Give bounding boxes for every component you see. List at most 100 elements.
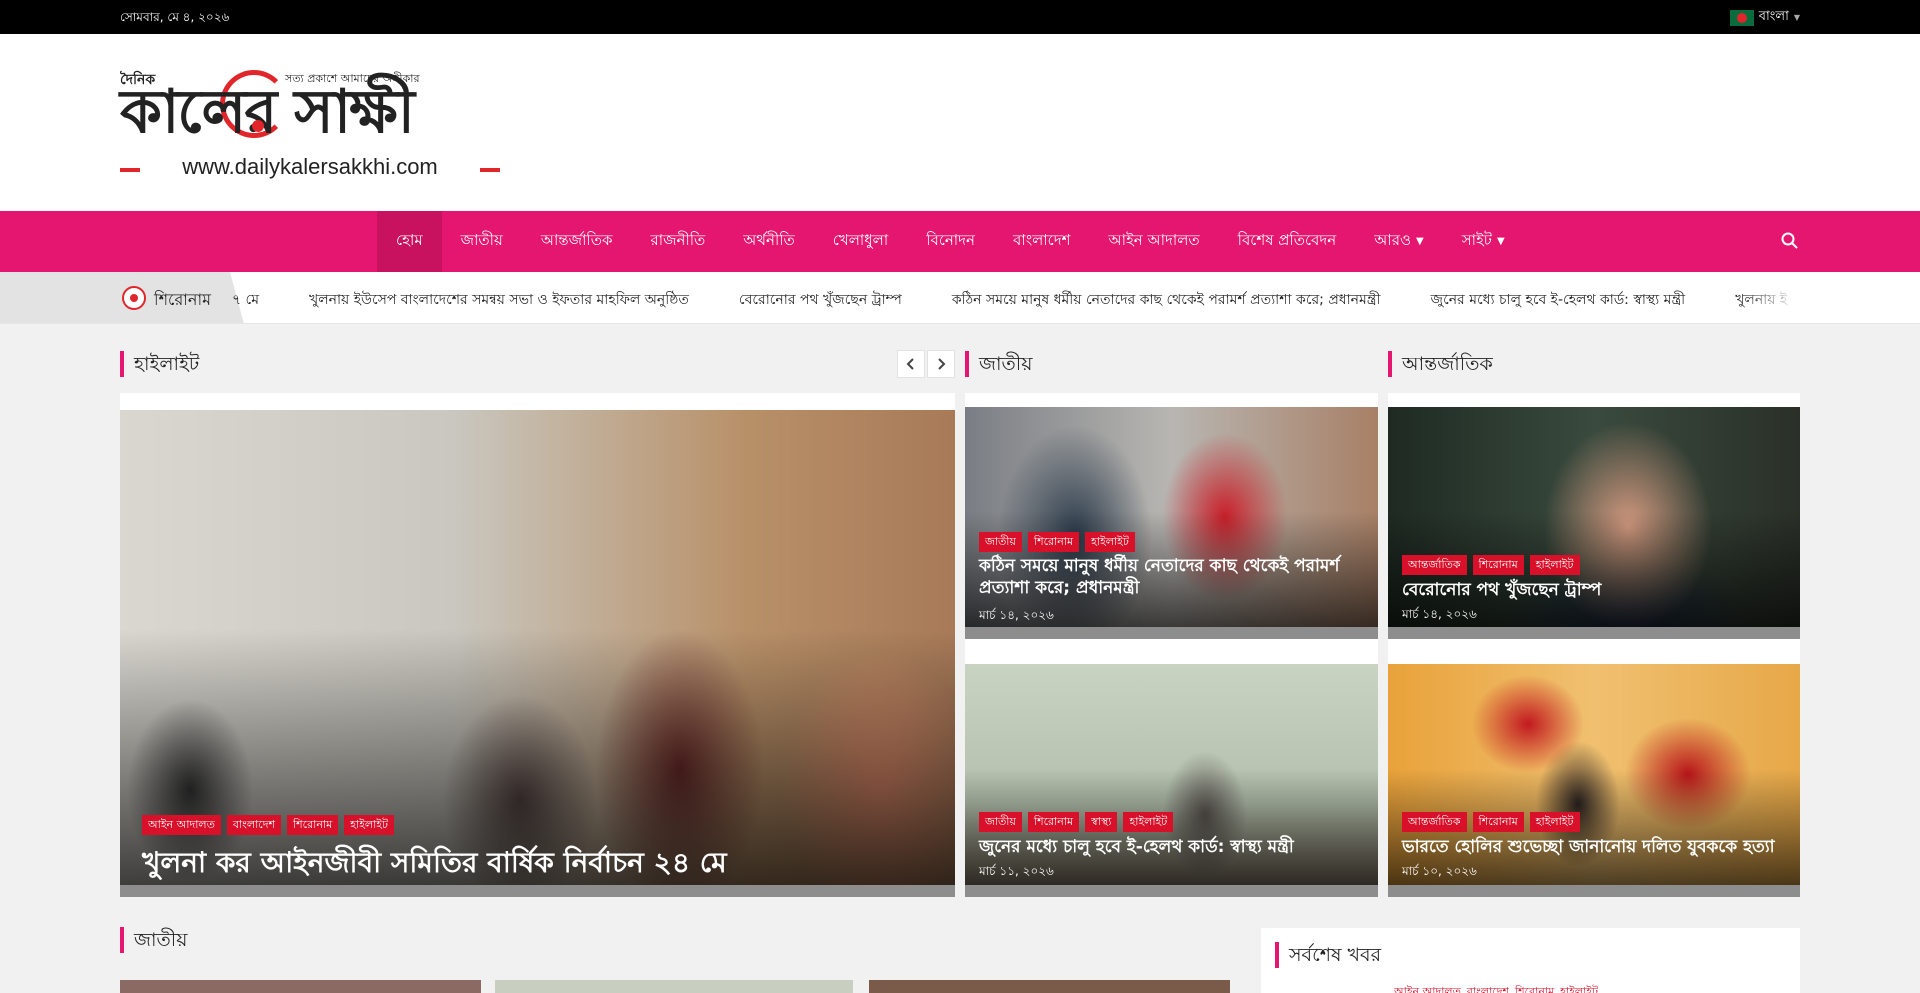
national-lower-card-2[interactable]	[495, 980, 853, 993]
chevron-down-icon: ▼	[1793, 13, 1800, 22]
category-tag[interactable]: হাইলাইট	[1123, 812, 1174, 832]
section-title-latest: সর্বশেষ খবর	[1275, 942, 1381, 968]
live-record-icon	[122, 286, 146, 310]
category-tag[interactable]: হাইলাইট	[1529, 812, 1580, 832]
ticker-item[interactable]: ৭ মে	[232, 288, 259, 312]
ticker-items: ৭ মে খুলনায় ইউসেপ বাংলাদেশের সমন্বয় সভা…	[232, 288, 1800, 312]
category-tag[interactable]: বাংলাদেশ	[226, 815, 282, 835]
category-tag[interactable]: হাইলাইট	[1085, 532, 1135, 552]
category-tag[interactable]: শিরোনাম	[1027, 812, 1080, 832]
nav-item-label: সাইট	[1461, 231, 1492, 249]
category-tag[interactable]: হাইলাইট	[344, 815, 395, 835]
nav-item-label: আইন আদালত	[1108, 231, 1200, 249]
site-logo[interactable]: দৈনিক সত্য প্রকাশে আমাদের অঙ্গীকার কালের…	[120, 60, 500, 180]
latest-tag[interactable]: হাইলাইট	[1560, 983, 1598, 993]
national-card-1-tags: জাতীয় শিরোনাম হাইলাইট	[979, 532, 1135, 552]
card-base-strip	[1388, 885, 1800, 897]
nav-item-9[interactable]: বিশেষ প্রতিবেদন	[1219, 211, 1356, 272]
nav-item-5[interactable]: খেলাধুলা	[814, 211, 907, 272]
nav-item-10[interactable]: আরও ▼	[1355, 211, 1443, 272]
ticker-item[interactable]: জুনের মধ্যে চালু হবে ই-হেলথ কার্ড: স্বাস…	[1431, 288, 1686, 312]
category-tag[interactable]: শিরোনাম	[1027, 532, 1080, 552]
international-card-2-tags: আন্তর্জাতিক শিরোনাম হাইলাইট	[1402, 812, 1580, 832]
nav-item-label: আন্তর্জাতিক	[540, 231, 613, 249]
national-card-1[interactable]: জাতীয় শিরোনাম হাইলাইট কঠিন সময়ে মানুষ ধর…	[965, 407, 1378, 639]
caret-down-icon: ▼	[1416, 236, 1424, 247]
category-tag[interactable]: হাইলাইট	[1529, 555, 1580, 575]
ticker-label-text: শিরোনাম	[154, 290, 211, 309]
ticker-item[interactable]: কঠিন সময়ে মানুষ ধর্মীয় নেতাদের কাছ থেক…	[952, 288, 1381, 312]
category-tag[interactable]: আন্তর্জাতিক	[1402, 812, 1467, 832]
category-tag[interactable]: আন্তর্জাতিক	[1402, 555, 1467, 575]
international-card-1-headline[interactable]: বেরোনোর পথ খুঁজছেন ট্রাম্প	[1402, 579, 1782, 601]
card-base-strip	[965, 627, 1378, 639]
ticker-item[interactable]: বেরোনোর পথ খুঁজছেন ট্রাম্প	[739, 288, 902, 312]
site-header: দৈনিক সত্য প্রকাশে আমাদের অঙ্গীকার কালের…	[0, 34, 1920, 211]
chevron-left-icon	[906, 358, 914, 370]
category-tag[interactable]: জাতীয়	[979, 532, 1022, 552]
section-title-international: আন্তর্জাতিক	[1388, 351, 1493, 377]
highlight-main-card[interactable]: আইন আদালত বাংলাদেশ শিরোনাম হাইলাইট খুলনা কর…	[120, 410, 955, 897]
nav-item-label: রাজনীতি	[650, 231, 706, 249]
latest-tag[interactable]: বাংলাদেশ	[1467, 983, 1509, 993]
latest-tag[interactable]: আইন আদালত	[1394, 983, 1461, 993]
category-tag[interactable]: জাতীয়	[979, 812, 1022, 832]
highlight-main-tags: আইন আদালত বাংলাদেশ শিরোনাম হাইলাইট	[142, 815, 395, 835]
logo-dot	[252, 120, 264, 132]
international-card-2-headline[interactable]: ভারতে হোলির শুভেচ্ছা জানানোয় দলিত যুবকক…	[1402, 836, 1797, 858]
nav-item-label: অর্থনীতি	[743, 231, 795, 249]
national-lower-card-3[interactable]	[869, 980, 1230, 993]
nav-item-7[interactable]: বাংলাদেশ	[994, 211, 1089, 272]
headline-ticker: শিরোনাম ৭ মে খুলনায় ইউসেপ বাংলাদেশের সমন…	[0, 272, 1920, 324]
international-card-2-date: মার্চ ১০, ২০২৬	[1402, 864, 1477, 878]
nav-item-label: বিনোদন	[926, 231, 975, 249]
nav-item-11[interactable]: সাইট ▼	[1443, 211, 1524, 272]
next-slide-button[interactable]	[927, 350, 955, 378]
nav-item-0[interactable]: হোম	[377, 211, 442, 272]
logo-url: www.dailykalersakkhi.com	[120, 154, 500, 180]
nav-item-2[interactable]: আন্তর্জাতিক	[522, 211, 632, 272]
ticker-fade	[1740, 272, 1800, 323]
category-tag[interactable]: শিরোনাম	[1472, 555, 1524, 575]
national-card-2-tags: জাতীয় শিরোনাম স্বাস্থ্য হাইলাইট	[979, 812, 1174, 832]
card-base-strip	[965, 885, 1378, 897]
search-icon[interactable]	[1780, 231, 1800, 251]
language-selector[interactable]: বাংলা ▼	[1729, 7, 1800, 28]
bangladesh-flag-icon	[1729, 9, 1754, 26]
nav-item-4[interactable]: অর্থনীতি	[724, 211, 814, 272]
ticker-label: শিরোনাম	[0, 272, 244, 323]
national-lower-card-1[interactable]	[120, 980, 481, 993]
category-tag[interactable]: স্বাস্থ্য	[1085, 812, 1118, 832]
caret-down-icon: ▼	[1496, 236, 1505, 247]
international-card-1-tags: আন্তর্জাতিক শিরোনাম হাইলাইট	[1402, 555, 1580, 575]
nav-item-3[interactable]: রাজনীতি	[631, 211, 724, 272]
highlight-main-headline[interactable]: খুলনা কর আইনজীবী সমিতির বার্ষিক নির্বাচন…	[142, 841, 727, 888]
latest-tag[interactable]: শিরোনাম	[1515, 983, 1554, 993]
logo-name: কালের সাক্ষী	[120, 77, 415, 147]
category-tag[interactable]: শিরোনাম	[287, 815, 339, 835]
national-card-2[interactable]: জাতীয় শিরোনাম স্বাস্থ্য হাইলাইট জুনের মধ্য…	[965, 664, 1378, 897]
nav-item-label: বিশেষ প্রতিবেদন	[1237, 231, 1337, 249]
latest-news-tags: আইন আদালত বাংলাদেশ শিরোনাম হাইলাইট	[1394, 983, 1598, 993]
national-card-2-headline[interactable]: জুনের মধ্যে চালু হবে ই-হেলথ কার্ড: স্বাস…	[979, 836, 1369, 858]
ticker-item[interactable]: খুলনায় ইউসেপ বাংলাদেশের সমন্বয় সভা ও ই…	[309, 288, 689, 312]
nav-item-6[interactable]: বিনোদন	[907, 211, 994, 272]
nav-item-8[interactable]: আইন আদালত	[1089, 211, 1218, 272]
main-navigation: হোম জাতীয় আন্তর্জাতিক রাজনীতি অর্থনীতি খেলাধ…	[0, 211, 1920, 272]
nav-item-label: আরও	[1374, 231, 1411, 249]
prev-slide-button[interactable]	[897, 350, 925, 378]
card-base-strip	[1388, 627, 1800, 639]
nav-item-label: বাংলাদেশ	[1013, 231, 1071, 249]
international-card-2[interactable]: আন্তর্জাতিক শিরোনাম হাইলাইট ভারতে হোলির শু…	[1388, 664, 1800, 897]
category-tag[interactable]: আইন আদালত	[142, 815, 221, 835]
section-title-national: জাতীয়	[965, 351, 1032, 377]
language-label: বাংলা	[1758, 9, 1789, 24]
nav-item-1[interactable]: জাতীয়	[442, 211, 522, 272]
section-title-highlight: হাইলাইট	[120, 351, 199, 377]
national-card-2-date: মার্চ ১১, ২০২৬	[979, 864, 1054, 878]
current-date: সোমবার, মে ৪, ২০২৬	[120, 10, 230, 24]
international-card-1[interactable]: আন্তর্জাতিক শিরোনাম হাইলাইট বেরোনোর পথ খুঁ…	[1388, 407, 1800, 639]
national-card-1-date: মার্চ ১৪, ২০২৬	[979, 608, 1054, 622]
category-tag[interactable]: শিরোনাম	[1472, 812, 1524, 832]
national-card-1-headline[interactable]: কঠিন সময়ে মানুষ ধর্মীয় নেতাদের কাছ থেক…	[979, 555, 1359, 599]
